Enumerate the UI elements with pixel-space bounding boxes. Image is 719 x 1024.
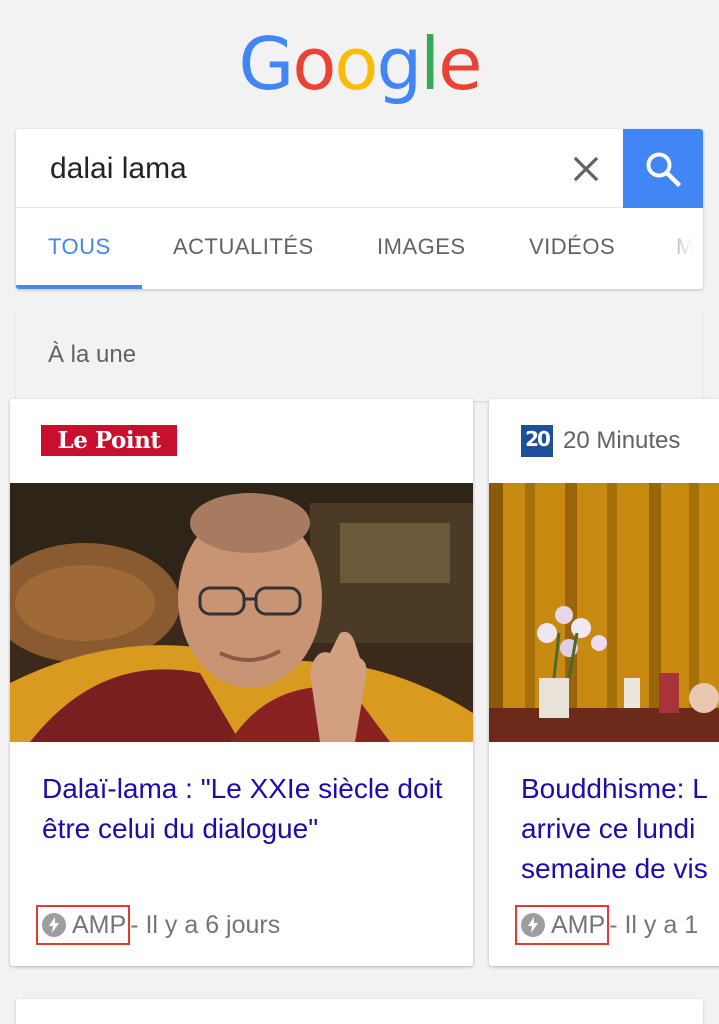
article-headline[interactable]: Dalaï-lama : "Le XXIe siècle doit être c…: [42, 769, 452, 849]
amp-lightning-icon: [521, 913, 545, 937]
search-card: TOUS ACTUALITÉS IMAGES VIDÉOS MA: [16, 129, 703, 289]
top-stories-header: À la une: [16, 311, 703, 401]
close-icon: [573, 156, 599, 182]
search-tabs: TOUS ACTUALITÉS IMAGES VIDÉOS MA: [16, 208, 703, 289]
tab-videos[interactable]: VIDÉOS: [529, 208, 615, 289]
headline-line: semaine de vis: [521, 853, 708, 884]
search-bar: [16, 129, 703, 208]
source-row: 20 20 Minutes: [521, 423, 680, 459]
article-meta: AMP - Il y a 1: [515, 905, 698, 945]
section-title: À la une: [48, 341, 137, 368]
active-tab-indicator: [16, 285, 142, 289]
amp-label: AMP: [72, 910, 127, 939]
article-image: [489, 483, 719, 742]
tab-images[interactable]: IMAGES: [377, 208, 466, 289]
headline-line: arrive ce lundi: [521, 813, 696, 844]
article-image: [10, 483, 473, 742]
article-headline[interactable]: Bouddhisme: L arrive ce lundi semaine de…: [521, 769, 719, 889]
next-result-card[interactable]: [16, 999, 703, 1024]
logo-letter: G: [238, 22, 295, 106]
article-meta: AMP - Il y a 6 jours: [36, 905, 280, 945]
amp-badge: AMP: [515, 905, 610, 945]
news-card[interactable]: Le Point Dalaï-lama : "Le XXIe siècle do…: [10, 399, 473, 966]
search-button[interactable]: [623, 129, 703, 208]
search-icon: [646, 152, 682, 187]
source-logo-le-point: Le Point: [41, 425, 177, 456]
google-logo: Google: [0, 28, 719, 100]
logo-letter: e: [438, 22, 482, 106]
article-time: - Il y a 1: [609, 910, 699, 939]
search-input[interactable]: [50, 147, 530, 191]
headline-line: Bouddhisme: L: [521, 773, 708, 804]
article-time: - Il y a 6 jours: [130, 910, 281, 939]
clear-search-button[interactable]: [564, 147, 608, 191]
amp-label: AMP: [551, 910, 606, 939]
tab-tous[interactable]: TOUS: [48, 208, 111, 289]
amp-badge: AMP: [36, 905, 131, 945]
source-name: 20 Minutes: [563, 427, 681, 454]
logo-letter: o: [292, 22, 336, 106]
news-card[interactable]: 20 20 Minutes Bouddhisme: L arrive ce lu: [489, 399, 719, 966]
amp-lightning-icon: [42, 913, 66, 937]
logo-letter: o: [334, 22, 378, 106]
tab-actualites[interactable]: ACTUALITÉS: [173, 208, 314, 289]
logo-letter: g: [376, 22, 422, 106]
tabs-fade: [653, 208, 703, 289]
logo-letter: l: [420, 22, 440, 106]
source-logo-20-minutes: 20: [521, 425, 553, 457]
